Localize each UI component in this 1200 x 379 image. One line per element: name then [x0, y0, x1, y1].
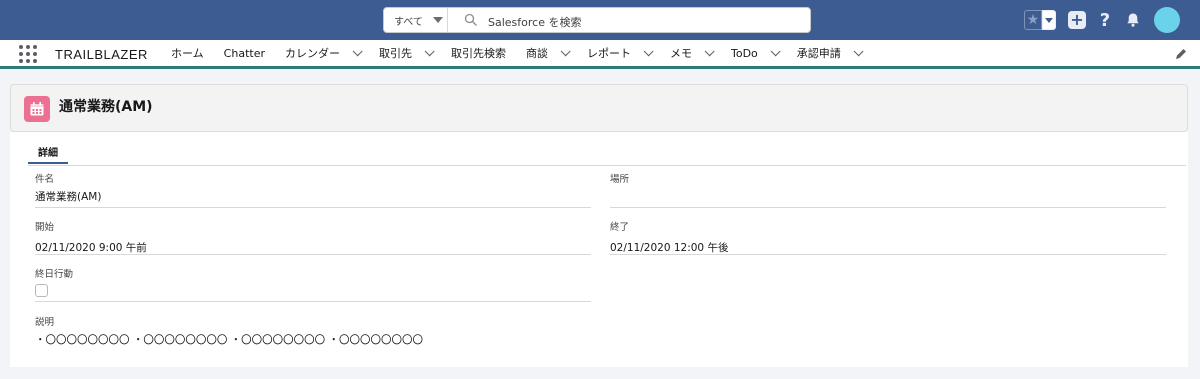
field-start: 開始 02/11/2020 9:00 午前 — [35, 219, 591, 255]
record-detail-card: 詳細 件名 通常業務(AM) 場所 開始 02/11/2020 9:00 午前 … — [10, 132, 1188, 367]
nav-item-notes[interactable]: メモ — [669, 45, 715, 61]
app-name: TRAILBLAZER — [55, 47, 148, 62]
favorites-dropdown-icon[interactable] — [1042, 10, 1056, 30]
nav-item-label: 商談 — [525, 47, 548, 60]
field-value: 02/11/2020 9:00 午前 — [35, 242, 147, 254]
app-launcher-icon[interactable] — [19, 45, 37, 63]
search-scope-select[interactable]: すべて — [384, 8, 448, 32]
field-label: 説明 — [35, 317, 55, 328]
chevron-down-icon[interactable] — [424, 45, 435, 56]
global-search[interactable]: すべて Salesforce を検索 — [383, 7, 811, 33]
field-label: 終了 — [610, 222, 630, 233]
nav-item-label: Chatter — [223, 46, 265, 60]
nav-item-label: レポート — [586, 47, 631, 60]
nav-item-label: ToDo — [730, 46, 758, 60]
nav-item-home[interactable]: ホーム — [171, 45, 204, 61]
global-actions-button[interactable]: + — [1066, 9, 1088, 31]
nav-item-accounts[interactable]: 取引先 — [378, 45, 435, 61]
search-scope-label: すべて — [394, 16, 423, 28]
global-header: すべて Salesforce を検索 ★ + ? — [0, 0, 1200, 40]
star-icon[interactable]: ★ — [1024, 10, 1042, 30]
nav-item-approvals[interactable]: 承認申請 — [796, 45, 864, 61]
field-value: ・〇〇〇〇〇〇〇〇 ・〇〇〇〇〇〇〇〇 ・〇〇〇〇〇〇〇〇 ・〇〇〇〇〇〇〇〇 — [35, 334, 424, 346]
nav-item-chatter[interactable]: Chatter — [224, 47, 265, 60]
field-end: 終了 02/11/2020 12:00 午後 — [610, 219, 1166, 255]
page-title: 通常業務(AM) — [59, 99, 153, 115]
nav-item-reports[interactable]: レポート — [586, 45, 654, 61]
calendar-icon — [24, 96, 50, 122]
plus-icon: + — [1068, 11, 1086, 29]
chevron-down-icon[interactable] — [643, 45, 654, 56]
nav-item-label: カレンダー — [284, 47, 340, 60]
search-icon — [464, 13, 477, 26]
chevron-down-icon[interactable] — [853, 45, 864, 56]
nav-item-label: メモ — [669, 47, 692, 60]
notifications-button[interactable] — [1122, 9, 1144, 31]
field-subject: 件名 通常業務(AM) — [35, 171, 591, 208]
nav-items: ホーム Chatter カレンダー 取引先 取引先検索 商談 レポート メモ T… — [171, 40, 880, 66]
help-button[interactable]: ? — [1094, 9, 1116, 31]
field-divider — [35, 207, 591, 208]
nav-item-opportunities[interactable]: 商談 — [525, 45, 571, 61]
nav-item-label: ホーム — [171, 47, 204, 60]
field-divider — [610, 254, 1166, 255]
nav-item-todo[interactable]: ToDo — [730, 45, 781, 60]
field-divider — [35, 254, 591, 255]
record-header: 通常業務(AM) — [10, 84, 1188, 132]
chevron-down-icon[interactable] — [704, 45, 715, 56]
help-icon: ? — [1099, 9, 1111, 31]
field-description: 説明 ・〇〇〇〇〇〇〇〇 ・〇〇〇〇〇〇〇〇 ・〇〇〇〇〇〇〇〇 ・〇〇〇〇〇〇… — [35, 314, 735, 347]
field-value: 02/11/2020 12:00 午後 — [610, 242, 729, 254]
nav-item-calendar[interactable]: カレンダー — [284, 45, 363, 61]
chevron-down-icon[interactable] — [560, 45, 571, 56]
favorites-button[interactable]: ★ — [1024, 9, 1060, 31]
field-value: 通常業務(AM) — [35, 191, 102, 203]
all-day-checkbox[interactable] — [35, 284, 48, 297]
nav-item-label: 承認申請 — [796, 47, 841, 60]
pencil-icon[interactable] — [1174, 47, 1188, 61]
caret-down-icon — [432, 17, 443, 23]
field-divider — [35, 301, 591, 302]
search-input[interactable]: Salesforce を検索 — [488, 14, 581, 30]
field-location: 場所 — [610, 171, 1166, 208]
chevron-down-icon[interactable] — [770, 45, 781, 56]
nav-item-label: 取引先 — [378, 47, 412, 60]
field-all-day: 終日行動 — [35, 266, 591, 302]
nav-bar: TRAILBLAZER ホーム Chatter カレンダー 取引先 取引先検索 … — [0, 40, 1200, 69]
tab-details[interactable]: 詳細 — [28, 138, 68, 164]
bell-icon — [1127, 13, 1139, 27]
chevron-down-icon[interactable] — [352, 45, 363, 56]
nav-item-account-search[interactable]: 取引先検索 — [451, 45, 506, 61]
field-label: 件名 — [35, 174, 55, 185]
field-label: 場所 — [610, 174, 630, 185]
field-label: 開始 — [35, 222, 55, 233]
field-divider — [610, 207, 1166, 208]
avatar[interactable] — [1154, 7, 1180, 33]
tab-divider — [28, 165, 1186, 166]
field-label: 終日行動 — [35, 269, 74, 280]
nav-item-label: 取引先検索 — [450, 47, 506, 60]
